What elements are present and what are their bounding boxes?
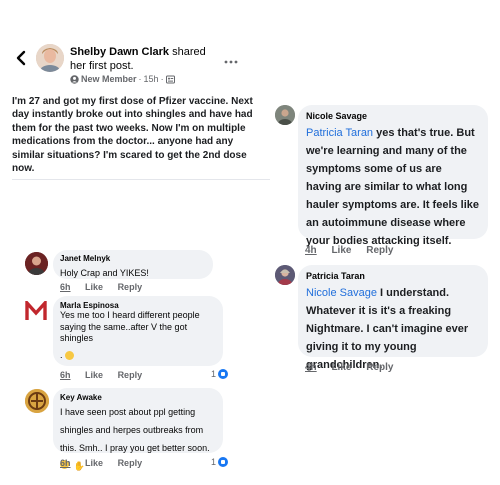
post-body: I'm 27 and got my first dose of Pfizer v… [12,96,253,175]
reply-button[interactable]: Reply [118,458,143,468]
like-button[interactable]: Like [331,362,351,373]
comment-text: Holy Crap and YIKES! [60,268,149,278]
post-time[interactable]: 15h [144,74,159,84]
like-button[interactable]: Like [85,458,103,468]
comment-actions: 6h Like Reply [60,282,154,292]
commenter-name[interactable]: Janet Melnyk [60,254,206,263]
group-privacy-icon [165,75,175,83]
reply-button[interactable]: Reply [366,362,393,373]
author-name[interactable]: Shelby Dawn Clark [70,46,169,58]
like-reaction-icon [218,457,229,467]
reply-button[interactable]: Reply [118,282,143,292]
reply-button[interactable]: Reply [366,245,393,256]
comment-bubble: Key Awake I have seen post about ppl get… [53,388,223,471]
mention-link[interactable]: Nicole Savage [306,287,377,299]
new-member-icon [70,74,79,84]
comment-time[interactable]: 4h [305,245,317,256]
comment-bubble: Nicole Savage Patricia Taran yes that's … [298,105,488,247]
back-button[interactable] [14,50,28,66]
reaction-count[interactable]: 1 [211,457,229,467]
commenter-name[interactable]: Marla Espinosa [60,301,216,310]
m-logo-icon [25,298,47,320]
comment-time[interactable]: 6h [60,458,71,468]
shared-label: shared [172,46,206,58]
comment-time[interactable]: 4h [305,362,317,373]
more-options-icon [224,60,238,64]
commenter-avatar[interactable] [25,389,49,413]
like-reaction-icon [218,369,229,379]
commenter-avatar[interactable] [275,105,295,125]
comment-text: Nicole Savage I understand. Whatever it … [306,287,469,371]
mention-link[interactable]: Patricia Taran [306,127,373,139]
commenter-name[interactable]: Key Awake [60,393,216,402]
comment-actions: 4h Like Reply [305,245,405,256]
more-options-button[interactable] [224,52,238,64]
comment-text-end: . [60,350,75,360]
comment-actions: 6h Like Reply [60,458,154,468]
author-avatar[interactable] [36,44,64,72]
commenter-name[interactable]: Patricia Taran [306,271,480,281]
comment-actions: 4h Like Reply [305,362,405,373]
commenter-avatar[interactable] [25,298,47,321]
comment-text: Patricia Taran yes that's true. But we'r… [306,127,480,247]
comment-text: Yes me too I heard different people sayi… [60,310,200,343]
comment-text: I have seen post about ppl getting shing… [60,407,210,453]
comment-time[interactable]: 6h [60,370,71,380]
comment-actions: 6h Like Reply [60,370,154,380]
like-button[interactable]: Like [331,245,351,256]
like-button[interactable]: Like [85,370,103,380]
worried-face-emoji-icon [65,350,75,360]
reply-button[interactable]: Reply [118,370,143,380]
post-meta: New Member · 15h · [70,74,175,84]
post-divider [12,179,270,180]
commenter-name[interactable]: Nicole Savage [306,111,480,121]
like-button[interactable]: Like [85,282,103,292]
back-arrow-icon [16,50,26,66]
commenter-avatar[interactable] [25,252,48,275]
comment-bubble: Patricia Taran Nicole Savage I understan… [298,265,488,371]
reaction-count[interactable]: 1 [211,369,229,379]
comment-bubble: Janet Melnyk Holy Crap and YIKES! [53,250,213,279]
comment-bubble: Marla Espinosa Yes me too I heard differ… [53,296,223,366]
shared-label-line2: her first post. [70,60,134,72]
post-header-text: Shelby Dawn Clark shared her first post. [70,45,230,73]
comment-time[interactable]: 6h [60,282,71,292]
commenter-avatar[interactable] [275,265,295,285]
new-member-badge: New Member [81,74,137,84]
